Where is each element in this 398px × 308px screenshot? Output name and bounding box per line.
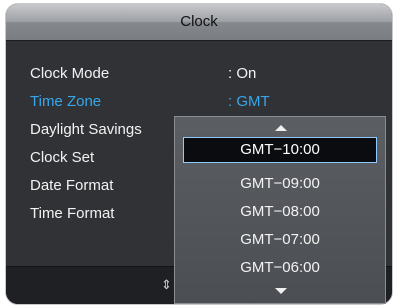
dropdown-option[interactable]: GMT−09:00 bbox=[183, 171, 377, 197]
time-zone-dropdown[interactable]: GMT−10:00 GMT−09:00 GMT−08:00 GMT−07:00 … bbox=[174, 116, 386, 304]
dropdown-option[interactable]: GMT−08:00 bbox=[183, 199, 377, 225]
time-zone-value: : GMT bbox=[228, 93, 270, 110]
panel-title: Clock bbox=[180, 13, 218, 30]
menu-item-daylight-savings[interactable]: Daylight Savings bbox=[30, 118, 142, 142]
menu-item-time-zone[interactable]: Time Zone bbox=[30, 90, 101, 114]
triangle-up-icon[interactable] bbox=[275, 125, 287, 131]
dropdown-option[interactable]: GMT−07:00 bbox=[183, 227, 377, 253]
menu-item-date-format[interactable]: Date Format bbox=[30, 174, 113, 198]
triangle-down-icon[interactable] bbox=[275, 288, 287, 294]
menu-item-clock-mode[interactable]: Clock Mode bbox=[30, 62, 109, 86]
dropdown-option[interactable]: GMT−06:00 bbox=[183, 255, 377, 281]
clock-mode-value: : On bbox=[228, 65, 257, 82]
screen-frame: Clock Clock Mode : On Time Zone : GMT Da… bbox=[0, 0, 398, 308]
dropdown-option-selected[interactable]: GMT−10:00 bbox=[183, 137, 377, 163]
menu-item-clock-set[interactable]: Clock Set bbox=[30, 146, 94, 170]
menu-item-time-format[interactable]: Time Format bbox=[30, 202, 114, 226]
